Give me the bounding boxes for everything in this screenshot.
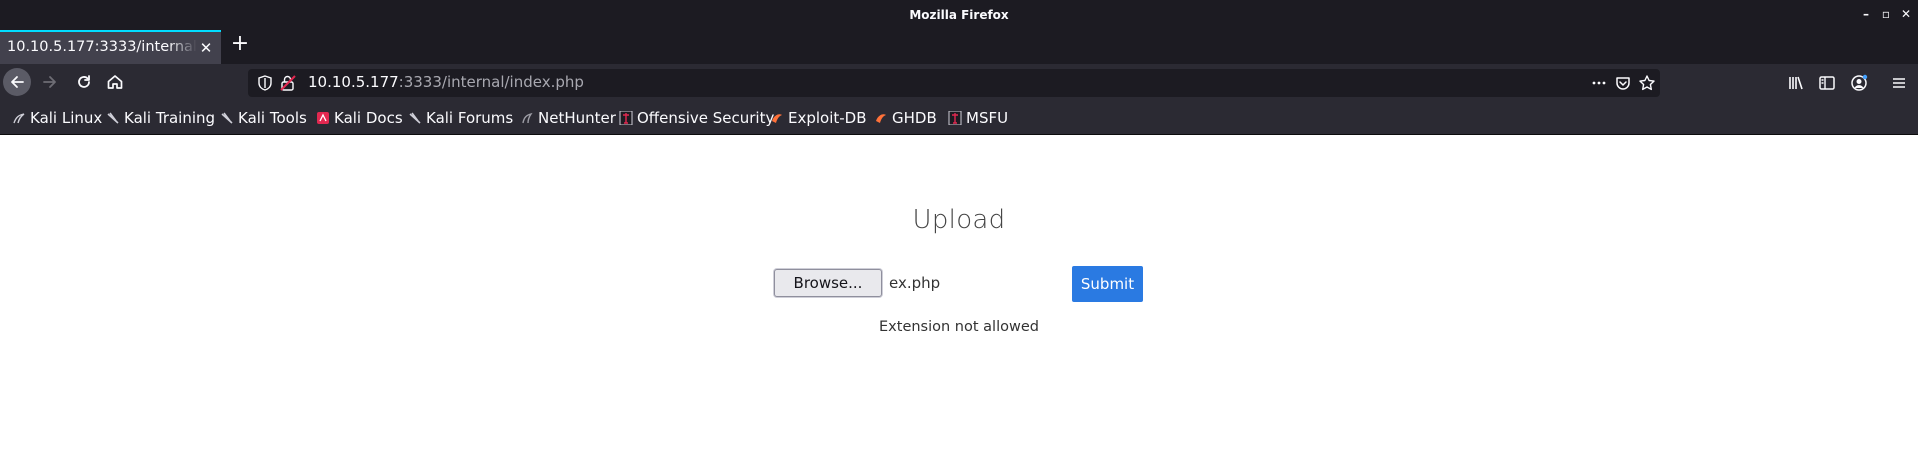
page-content: Upload Browse... ex.php Submit Extension… <box>0 135 1918 452</box>
nethunter-icon <box>522 112 533 124</box>
kali-dragon-icon <box>221 112 233 124</box>
bookmark-label: Kali Forums <box>426 109 514 127</box>
home-button[interactable] <box>101 68 129 96</box>
reload-icon <box>78 75 90 88</box>
url-path: :3333/internal/index.php <box>398 73 584 91</box>
bookmarks-toolbar: Kali Linux Kali Training Kali Tools Kali… <box>0 102 1918 135</box>
bookmark-kali-tools[interactable]: Kali Tools <box>220 109 307 129</box>
offsec-icon <box>619 111 633 125</box>
bookmark-label: Kali Docs <box>334 109 403 127</box>
bookmark-label: Kali Tools <box>238 109 307 127</box>
page-heading: Upload <box>912 205 1006 235</box>
navigation-toolbar: 10.10.5.177:3333/internal/index.php <box>0 64 1918 102</box>
kali-dragon-icon <box>409 112 421 124</box>
bookmark-label: Kali Training <box>124 109 216 127</box>
kali-dragon-icon <box>13 113 25 124</box>
home-icon <box>107 75 123 89</box>
page-actions-icon[interactable] <box>1590 74 1608 92</box>
arrow-left-icon <box>11 76 24 88</box>
window-titlebar: Mozilla Firefox – ▫ ✕ <box>0 0 1918 30</box>
tab-title: 10.10.5.177:3333/internal/index.php <box>7 39 197 55</box>
url-host: 10.10.5.177 <box>308 73 399 91</box>
bookmark-label: Kali Linux <box>30 109 103 127</box>
bookmark-label: Exploit-DB <box>788 109 867 127</box>
kali-docs-icon <box>317 112 329 124</box>
hamburger-menu-icon[interactable] <box>1889 73 1909 93</box>
tab-close-icon[interactable]: ✕ <box>198 40 214 56</box>
account-icon[interactable] <box>1849 73 1869 93</box>
close-window-button[interactable]: ✕ <box>1898 6 1914 22</box>
tracking-protection-shield-icon[interactable] <box>256 74 274 92</box>
bookmark-msfu[interactable]: MSFU <box>948 109 1008 129</box>
bookmark-label: GHDB <box>892 109 937 127</box>
ghdb-icon <box>876 114 886 123</box>
url-bar[interactable]: 10.10.5.177:3333/internal/index.php <box>248 69 1660 97</box>
bookmark-exploit-db[interactable]: Exploit-DB <box>770 109 867 129</box>
bookmark-nethunter[interactable]: NetHunter <box>520 109 616 129</box>
bookmark-kali-linux[interactable]: Kali Linux <box>12 109 102 129</box>
bookmark-ghdb[interactable]: GHDB <box>874 109 937 129</box>
bookmark-kali-forums[interactable]: Kali Forums <box>408 109 513 129</box>
minimize-button[interactable]: – <box>1858 6 1874 22</box>
url-text[interactable]: 10.10.5.177:3333/internal/index.php <box>308 73 584 91</box>
bookmark-star-icon[interactable] <box>1638 74 1656 92</box>
bookmark-label: MSFU <box>966 109 1009 127</box>
pocket-icon[interactable] <box>1614 74 1632 92</box>
new-tab-button[interactable]: + <box>230 33 250 55</box>
bookmark-kali-training[interactable]: Kali Training <box>106 109 215 129</box>
window-title: Mozilla Firefox <box>909 8 1009 22</box>
browse-button[interactable]: Browse... <box>774 269 882 297</box>
forward-button[interactable] <box>36 68 64 96</box>
bookmark-offensive-security[interactable]: Offensive Security <box>619 109 774 129</box>
offsec-icon <box>948 111 962 125</box>
arrow-right-icon <box>43 76 56 88</box>
upload-error-message: Extension not allowed <box>879 319 1039 335</box>
maximize-button[interactable]: ▫ <box>1878 6 1894 22</box>
exploit-db-icon <box>772 114 782 123</box>
tab-strip: 10.10.5.177:3333/internal/index.php ✕ + <box>0 30 1918 64</box>
bookmark-kali-docs[interactable]: Kali Docs <box>316 109 403 129</box>
reload-button[interactable] <box>70 68 98 96</box>
submit-button[interactable]: Submit <box>1072 266 1143 302</box>
library-icon[interactable] <box>1786 73 1806 93</box>
sidebar-icon[interactable] <box>1817 73 1837 93</box>
bookmark-label: Offensive Security <box>637 109 775 127</box>
selected-file-name: ex.php <box>889 274 941 292</box>
kali-dragon-icon <box>107 112 119 124</box>
tab-active[interactable]: 10.10.5.177:3333/internal/index.php ✕ <box>0 30 221 64</box>
back-button[interactable] <box>3 68 31 96</box>
insecure-lock-icon[interactable] <box>279 74 297 92</box>
bookmark-label: NetHunter <box>538 109 616 127</box>
